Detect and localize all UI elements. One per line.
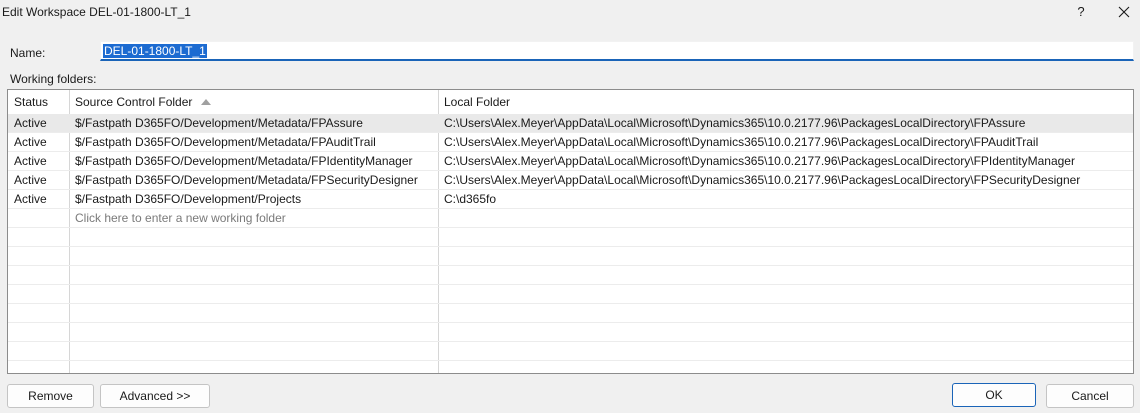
source-folder-cell: $/Fastpath D365FO/Development/Metadata/F… (75, 116, 363, 130)
cancel-button[interactable]: Cancel (1046, 384, 1134, 408)
table-row[interactable]: Active $/Fastpath D365FO/Development/Meta… (8, 171, 1133, 190)
name-input[interactable]: DEL-01-1800-LT_1 (100, 41, 1134, 61)
table-row[interactable]: Active $/Fastpath D365FO/Development/Meta… (8, 114, 1133, 133)
column-header-label: Status (14, 95, 49, 109)
grid-header: Status Source Control Folder Local Folde… (8, 90, 1133, 115)
empty-row (8, 323, 1133, 342)
status-cell: Active (14, 173, 47, 187)
local-folder-cell: C:\Users\Alex.Meyer\AppData\Local\Micros… (444, 135, 1039, 149)
title-bar: Edit Workspace DEL-01-1800-LT_1 ? (0, 0, 1140, 26)
remove-button[interactable]: Remove (7, 384, 94, 408)
empty-row (8, 228, 1133, 247)
empty-row (8, 247, 1133, 266)
status-cell: Active (14, 154, 47, 168)
local-folder-cell: C:\Users\Alex.Meyer\AppData\Local\Micros… (444, 116, 1026, 130)
status-cell: Active (14, 116, 47, 130)
working-folders-grid[interactable]: Status Source Control Folder Local Folde… (7, 89, 1134, 374)
close-icon (1118, 6, 1130, 18)
working-folders-label: Working folders: (10, 72, 97, 86)
window-title: Edit Workspace DEL-01-1800-LT_1 (2, 5, 191, 19)
name-input-value: DEL-01-1800-LT_1 (103, 44, 207, 58)
help-button[interactable]: ? (1068, 0, 1094, 24)
local-folder-cell: C:\Users\Alex.Meyer\AppData\Local\Micros… (444, 173, 1081, 187)
empty-row (8, 285, 1133, 304)
new-working-folder-placeholder: Click here to enter a new working folder (75, 211, 286, 225)
name-label: Name: (10, 46, 46, 60)
advanced-button[interactable]: Advanced >> (100, 384, 210, 408)
empty-row (8, 266, 1133, 285)
local-folder-cell: C:\Users\Alex.Meyer\AppData\Local\Micros… (444, 154, 1075, 168)
source-folder-cell: $/Fastpath D365FO/Development/Metadata/F… (75, 154, 413, 168)
column-header-source-control-folder[interactable]: Source Control Folder (69, 90, 438, 114)
close-button[interactable] (1110, 0, 1138, 24)
table-row[interactable]: Active $/Fastpath D365FO/Development/Meta… (8, 152, 1133, 171)
source-folder-cell: $/Fastpath D365FO/Development/Projects (75, 192, 302, 206)
column-header-status[interactable]: Status (8, 90, 69, 114)
local-folder-cell: C:\d365fo (444, 192, 497, 206)
source-folder-cell: $/Fastpath D365FO/Development/Metadata/F… (75, 135, 376, 149)
sort-ascending-icon (201, 99, 212, 105)
ok-button[interactable]: OK (952, 383, 1036, 407)
new-working-folder-row[interactable]: Click here to enter a new working folder (8, 209, 1133, 228)
empty-row (8, 304, 1133, 323)
column-header-local-folder[interactable]: Local Folder (438, 90, 1133, 114)
column-header-label: Source Control Folder (75, 95, 193, 109)
empty-row (8, 342, 1133, 361)
source-folder-cell: $/Fastpath D365FO/Development/Metadata/F… (75, 173, 418, 187)
column-header-label: Local Folder (444, 95, 511, 109)
status-cell: Active (14, 192, 47, 206)
status-cell: Active (14, 135, 47, 149)
empty-row (8, 361, 1133, 373)
table-row[interactable]: Active $/Fastpath D365FO/Development/Proj… (8, 190, 1133, 209)
table-row[interactable]: Active $/Fastpath D365FO/Development/Meta… (8, 133, 1133, 152)
